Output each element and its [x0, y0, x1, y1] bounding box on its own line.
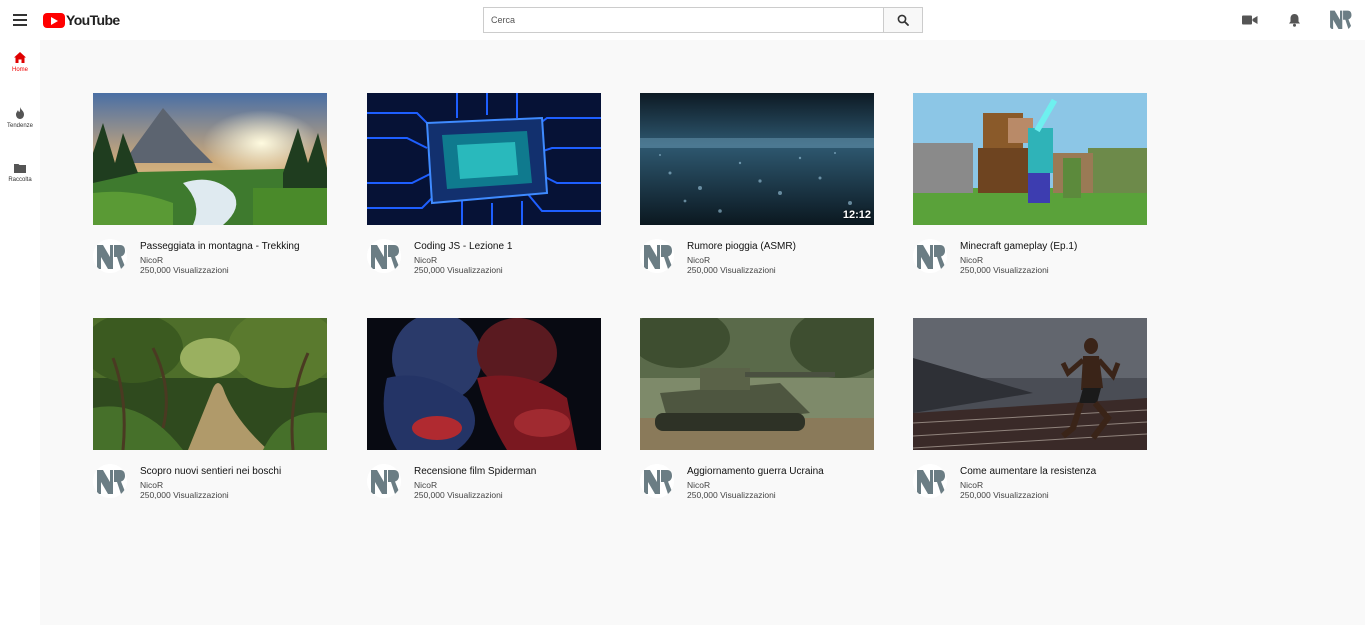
video-thumbnail[interactable]	[93, 93, 327, 225]
video-thumbnail[interactable]	[913, 318, 1147, 450]
minecraft-thumbnail	[913, 93, 1147, 225]
channel-name[interactable]: NicoR	[414, 480, 437, 490]
folder-icon	[14, 164, 26, 173]
view-count: 250,000 Visualizzazioni	[140, 265, 229, 275]
sidebar: Home Tendenze Raccolta	[0, 40, 40, 625]
video-card[interactable]: Scopro nuovi sentieri nei boschi NicoR 2…	[93, 318, 327, 514]
search-input[interactable]	[483, 7, 883, 33]
mountain-landscape-thumbnail	[93, 93, 327, 225]
channel-name[interactable]: NicoR	[140, 255, 163, 265]
cpu-chip-thumbnail	[367, 93, 601, 225]
video-title[interactable]: Rumore pioggia (ASMR)	[687, 241, 796, 252]
home-icon	[14, 52, 26, 63]
spiderman-thumbnail	[367, 318, 601, 450]
channel-avatar[interactable]	[640, 464, 674, 498]
runner-thumbnail	[913, 318, 1147, 450]
search-icon	[897, 14, 909, 26]
top-bar: YouTube	[0, 0, 1365, 40]
create-video-button[interactable]	[1242, 12, 1258, 28]
channel-name[interactable]: NicoR	[687, 480, 710, 490]
sidebar-item-raccolta[interactable]: Raccolta	[0, 163, 40, 183]
channel-avatar[interactable]	[913, 239, 947, 273]
view-count: 250,000 Visualizzazioni	[414, 490, 503, 500]
rain-thumbnail	[640, 93, 874, 225]
video-title[interactable]: Passeggiata in montagna - Trekking	[140, 241, 300, 252]
video-card[interactable]: Minecraft gameplay (Ep.1) NicoR 250,000 …	[913, 93, 1147, 289]
bell-icon	[1288, 14, 1300, 27]
video-camera-icon	[1242, 15, 1258, 25]
channel-avatar[interactable]	[640, 239, 674, 273]
video-thumbnail[interactable]: 12:12	[640, 93, 874, 225]
video-card[interactable]: Coding JS - Lezione 1 NicoR 250,000 Visu…	[367, 93, 601, 289]
notifications-button[interactable]	[1286, 12, 1302, 28]
video-card[interactable]: Recensione film Spiderman NicoR 250,000 …	[367, 318, 601, 514]
tank-thumbnail	[640, 318, 874, 450]
nr-logo-avatar	[367, 464, 401, 498]
channel-name[interactable]: NicoR	[687, 255, 710, 265]
video-card[interactable]: Come aumentare la resistenza NicoR 250,0…	[913, 318, 1147, 514]
flame-icon	[16, 107, 24, 119]
sidebar-item-home[interactable]: Home	[0, 52, 40, 73]
nr-logo-avatar	[93, 239, 127, 273]
video-card[interactable]: 12:12 Rumore pioggia (ASMR) NicoR 250,00…	[640, 93, 874, 289]
nr-logo-avatar	[640, 464, 674, 498]
video-title[interactable]: Coding JS - Lezione 1	[414, 241, 512, 252]
forest-path-thumbnail	[93, 318, 327, 450]
sidebar-item-label: Tendenze	[6, 123, 34, 129]
view-count: 250,000 Visualizzazioni	[960, 265, 1049, 275]
user-avatar[interactable]	[1327, 6, 1353, 32]
menu-icon[interactable]	[13, 14, 27, 26]
channel-avatar[interactable]	[367, 464, 401, 498]
view-count: 250,000 Visualizzazioni	[687, 265, 776, 275]
view-count: 250,000 Visualizzazioni	[687, 490, 776, 500]
nr-logo-avatar	[913, 239, 947, 273]
channel-avatar[interactable]	[367, 239, 401, 273]
nr-logo-avatar	[913, 464, 947, 498]
video-title[interactable]: Scopro nuovi sentieri nei boschi	[140, 466, 281, 477]
youtube-play-icon	[43, 12, 65, 28]
channel-name[interactable]: NicoR	[960, 255, 983, 265]
video-thumbnail[interactable]	[640, 318, 874, 450]
channel-name[interactable]: NicoR	[140, 480, 163, 490]
video-card[interactable]: Aggiornamento guerra Ucraina NicoR 250,0…	[640, 318, 874, 514]
view-count: 250,000 Visualizzazioni	[140, 490, 229, 500]
sidebar-item-label: Raccolta	[8, 177, 32, 183]
logo-text: YouTube	[66, 12, 120, 28]
channel-avatar[interactable]	[93, 239, 127, 273]
view-count: 250,000 Visualizzazioni	[960, 490, 1049, 500]
view-count: 250,000 Visualizzazioni	[414, 265, 503, 275]
video-thumbnail[interactable]	[93, 318, 327, 450]
nr-logo-avatar	[640, 239, 674, 273]
sidebar-item-label: Home	[11, 67, 28, 73]
channel-avatar[interactable]	[93, 464, 127, 498]
video-thumbnail[interactable]	[913, 93, 1147, 225]
video-title[interactable]: Recensione film Spiderman	[414, 466, 536, 477]
sidebar-item-tendenze[interactable]: Tendenze	[0, 107, 40, 129]
video-title[interactable]: Aggiornamento guerra Ucraina	[687, 466, 824, 477]
nr-logo-avatar	[367, 239, 401, 273]
youtube-logo[interactable]: YouTube	[43, 11, 120, 29]
nr-logo-avatar	[1327, 6, 1353, 32]
video-title[interactable]: Come aumentare la resistenza	[960, 466, 1096, 477]
search-button[interactable]	[883, 7, 923, 33]
video-thumbnail[interactable]	[367, 318, 601, 450]
channel-name[interactable]: NicoR	[414, 255, 437, 265]
video-title[interactable]: Minecraft gameplay (Ep.1)	[960, 241, 1077, 252]
nr-logo-avatar	[93, 464, 127, 498]
video-duration: 12:12	[842, 209, 871, 221]
video-card[interactable]: Passeggiata in montagna - Trekking NicoR…	[93, 93, 327, 289]
video-thumbnail[interactable]	[367, 93, 601, 225]
search-bar	[483, 7, 923, 33]
channel-avatar[interactable]	[913, 464, 947, 498]
channel-name[interactable]: NicoR	[960, 480, 983, 490]
